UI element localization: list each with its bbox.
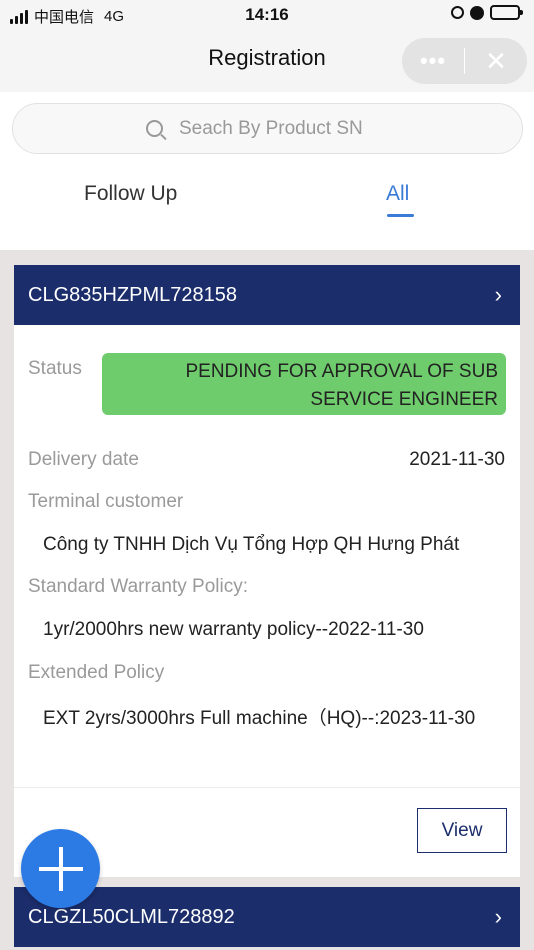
- search-bar[interactable]: [12, 103, 523, 154]
- active-tab-indicator: [387, 214, 414, 217]
- status-bar-right: [451, 5, 523, 20]
- tab-all[interactable]: All: [386, 182, 409, 206]
- extended-policy-label: Extended Policy: [28, 662, 165, 683]
- plus-icon-vertical: [58, 846, 63, 891]
- mini-program-capsule: ••• ✕: [402, 38, 527, 84]
- status-bar: 中国电信 4G 14:16: [0, 0, 534, 30]
- extended-policy-value: EXT 2yrs/3000hrs Full machine（HQ)--:2023…: [43, 708, 476, 729]
- status-label: Status: [28, 358, 82, 379]
- standard-warranty-value: 1yr/2000hrs new warranty policy--2022-11…: [43, 619, 424, 640]
- status-badge: PENDING FOR APPROVAL OF SUB SERVICE ENGI…: [102, 353, 506, 415]
- card-header[interactable]: CLG835HZPML728158 ›: [14, 265, 520, 325]
- nav-bar: Registration ••• ✕: [0, 30, 534, 92]
- delivery-date-label: Delivery date: [28, 449, 139, 470]
- chevron-right-icon: ›: [494, 904, 502, 929]
- registration-card: Status PENDING FOR APPROVAL OF SUB SERVI…: [14, 325, 520, 877]
- product-sn: CLGZL50CLML728892: [28, 905, 235, 928]
- close-icon[interactable]: ✕: [465, 46, 527, 77]
- terminal-customer-label: Terminal customer: [28, 491, 184, 512]
- standard-warranty-label: Standard Warranty Policy:: [28, 576, 248, 597]
- search-input[interactable]: [179, 117, 389, 140]
- view-button[interactable]: View: [417, 808, 507, 853]
- search-icon: [146, 120, 163, 137]
- more-icon[interactable]: •••: [402, 48, 464, 74]
- chevron-right-icon: ›: [494, 282, 502, 307]
- orientation-lock-icon: [451, 6, 464, 19]
- terminal-customer-value: Công ty TNHH Dịch Vụ Tổng Hợp QH Hưng Ph…: [43, 534, 460, 555]
- card-divider: [14, 787, 520, 788]
- delivery-date-value: 2021-11-30: [409, 449, 505, 470]
- battery-icon: [490, 5, 523, 20]
- alarm-icon: [470, 5, 484, 20]
- add-registration-button[interactable]: [21, 829, 100, 908]
- product-sn: CLG835HZPML728158: [28, 283, 238, 306]
- tab-follow-up[interactable]: Follow Up: [84, 182, 177, 206]
- card-header[interactable]: CLGZL50CLML728892 ›: [14, 887, 520, 947]
